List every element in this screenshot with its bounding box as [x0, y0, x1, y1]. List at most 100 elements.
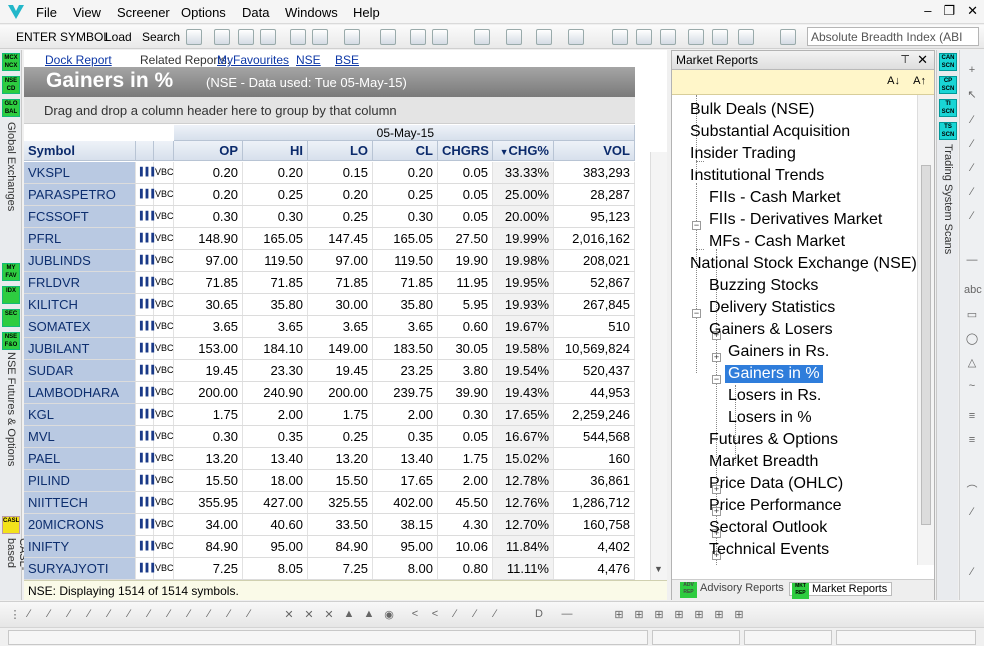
cell-symbol[interactable]: MVL [24, 426, 136, 447]
col-header-cl[interactable]: CL [373, 141, 438, 161]
cell-symbol[interactable]: FRLDVR [24, 272, 136, 293]
indicator-icon[interactable] [312, 29, 328, 45]
scanner-icon[interactable] [380, 29, 396, 45]
vbc-icon[interactable]: VBC [154, 448, 174, 469]
table-row[interactable]: SURYAJYOTI 7.25 8.05 7.25 8.00 0.80 11.11% 4,47… [24, 558, 635, 580]
bse-link[interactable]: BSE [335, 53, 359, 67]
scroll-down-icon[interactable]: ▼ [654, 564, 663, 574]
triangle-tool-icon[interactable]: △ [964, 356, 980, 372]
cycle-tool-icon[interactable]: ~ [964, 380, 980, 396]
cell-symbol[interactable]: PAEL [24, 448, 136, 469]
load-button[interactable]: Load [105, 30, 132, 44]
col-header-hi[interactable]: HI [243, 141, 308, 161]
mini-chart-icon[interactable]: ▐▐▐ [136, 558, 154, 579]
arrow-cursor-icon[interactable]: ↖ [964, 88, 980, 104]
mini-chart-icon[interactable]: ▐▐▐ [136, 492, 154, 513]
wave-8-icon[interactable]: ∕ [162, 608, 176, 622]
gann-tool-icon[interactable]: ∕ [964, 506, 980, 522]
wave-4-icon[interactable]: ∕ [82, 608, 96, 622]
menu-windows[interactable]: Windows [285, 5, 338, 20]
table-row[interactable]: MVL 0.30 0.35 0.25 0.35 0.05 16.67% 544,568 ▐▐▐ V… [24, 426, 635, 448]
vbc-icon[interactable]: VBC [154, 536, 174, 557]
print-preview-icon[interactable] [260, 29, 276, 45]
angle-3-icon[interactable]: ∕ [448, 608, 462, 622]
lin-tool-icon[interactable]: — [560, 608, 574, 622]
mini-chart-icon[interactable]: ▐▐▐ [136, 404, 154, 425]
group-by-panel[interactable]: Drag and drop a column header here to gr… [24, 97, 635, 124]
save-icon[interactable] [214, 29, 230, 45]
table-row[interactable]: SOMATEX 3.65 3.65 3.65 3.65 0.60 19.67% 510 ▐▐▐ V… [24, 316, 635, 338]
nse-cd-badge[interactable]: NSE CD [2, 76, 20, 94]
tree-buzzing-stocks[interactable]: Buzzing Stocks [709, 277, 818, 295]
tree-market-breadth[interactable]: Market Breadth [709, 453, 818, 471]
cell-symbol[interactable]: SOMATEX [24, 316, 136, 337]
mini-chart-icon[interactable]: ▐▐▐ [136, 382, 154, 403]
table-row[interactable]: KGL 1.75 2.00 1.75 2.00 0.30 17.65% 2,259,246 ▐▐… [24, 404, 635, 426]
pattern-2-icon[interactable]: ✕ [302, 608, 316, 622]
grid-scrollbar[interactable]: ▼ [650, 152, 667, 582]
col-header-op[interactable]: OP [174, 141, 243, 161]
angle-2-icon[interactable]: < [428, 608, 442, 622]
grid-5-icon[interactable]: ⊞ [692, 608, 706, 622]
cell-symbol[interactable]: JUBLINDS [24, 250, 136, 271]
rectangle-tool-icon[interactable]: ▭ [964, 308, 980, 324]
tree-bulk-deals[interactable]: Bulk Deals (NSE) [690, 101, 814, 119]
tree-price-performance[interactable]: Price Performance [709, 497, 842, 515]
tree-losers-rs[interactable]: Losers in Rs. [728, 387, 821, 405]
wave-3-icon[interactable]: ∕ [62, 608, 76, 622]
list-icon[interactable] [612, 29, 628, 45]
col-header-symbol[interactable]: Symbol [24, 141, 136, 161]
vbc-icon[interactable]: VBC [154, 360, 174, 381]
angle-1-icon[interactable]: < [408, 608, 422, 622]
grid-7-icon[interactable]: ⊞ [732, 608, 746, 622]
cell-symbol[interactable]: SUDAR [24, 360, 136, 381]
vbc-icon[interactable]: VBC [154, 382, 174, 403]
table-row[interactable]: PFRL 148.90 165.05 147.45 165.05 27.50 19.99% 2… [24, 228, 635, 250]
wave-10-icon[interactable]: ∕ [202, 608, 216, 622]
vbc-icon[interactable]: VBC [154, 404, 174, 425]
col-header-vol[interactable]: VOL [554, 141, 635, 161]
tree-fiis-cash[interactable]: FIIs - Cash Market [709, 189, 841, 207]
restore-icon[interactable]: ❐ [943, 3, 955, 19]
tree-price-data[interactable]: Price Data (OHLC) [709, 475, 843, 493]
channel-tool-icon[interactable]: ∕ [964, 210, 980, 226]
hline-tool-icon[interactable]: — [964, 254, 980, 270]
arc-tool-icon[interactable]: ⌒ [964, 482, 980, 498]
idx-badge[interactable]: IDX [2, 286, 20, 304]
panel-close-icon[interactable]: ✕ [917, 52, 928, 68]
vbc-icon[interactable]: VBC [154, 338, 174, 359]
ellipse-tool-icon[interactable]: ◯ [964, 332, 980, 348]
template-icon[interactable] [344, 29, 360, 45]
tree-insider-trading[interactable]: Insider Trading [690, 145, 796, 163]
tree-futures-options[interactable]: Futures & Options [709, 431, 838, 449]
cell-symbol[interactable]: KILITCH [24, 294, 136, 315]
sec-badge[interactable]: SEC [2, 309, 20, 327]
ta-icon[interactable] [568, 29, 584, 45]
grid-4-icon[interactable]: ⊞ [672, 608, 686, 622]
table-row[interactable]: KILITCH 30.65 35.80 30.00 35.80 5.95 19.93% 267… [24, 294, 635, 316]
cell-symbol[interactable]: FCSSOFT [24, 206, 136, 227]
menu-help[interactable]: Help [353, 5, 380, 20]
grid-2-icon[interactable]: ⊞ [632, 608, 646, 622]
vbc-icon[interactable]: VBC [154, 294, 174, 315]
close-icon[interactable]: ✕ [967, 3, 978, 19]
minimize-icon[interactable]: – [924, 3, 931, 19]
fib-fan-icon[interactable]: ≡ [964, 434, 980, 450]
font-decrease-button[interactable]: A↓ [887, 75, 900, 87]
mini-chart-icon[interactable]: ▐▐▐ [136, 470, 154, 491]
vbc-icon[interactable]: VBC [154, 426, 174, 447]
andrews-tool-icon[interactable]: ∕ [964, 566, 980, 582]
angle-4-icon[interactable]: ∕ [468, 608, 482, 622]
nse-toggle[interactable]: − [692, 309, 701, 318]
grid-6-icon[interactable]: ⊞ [712, 608, 726, 622]
wave-11-icon[interactable]: ∕ [222, 608, 236, 622]
mini-chart-icon[interactable]: ▐▐▐ [136, 426, 154, 447]
table-row[interactable]: PAEL 13.20 13.40 13.20 13.40 1.75 15.02% 160 ▐▐▐… [24, 448, 635, 470]
mini-chart-icon[interactable]: ▐▐▐ [136, 338, 154, 359]
menu-file[interactable]: File [36, 5, 57, 20]
vbc-icon[interactable]: VBC [154, 250, 174, 271]
pattern-1-icon[interactable]: ✕ [282, 608, 296, 622]
cell-symbol[interactable]: LAMBODHARA [24, 382, 136, 403]
table-row[interactable]: LAMBODHARA 200.00 240.90 200.00 239.75 39.90 1… [24, 382, 635, 404]
table-row[interactable]: VKSPL 0.20 0.20 0.15 0.20 0.05 33.33% 383,293 ▐▐… [24, 162, 635, 184]
